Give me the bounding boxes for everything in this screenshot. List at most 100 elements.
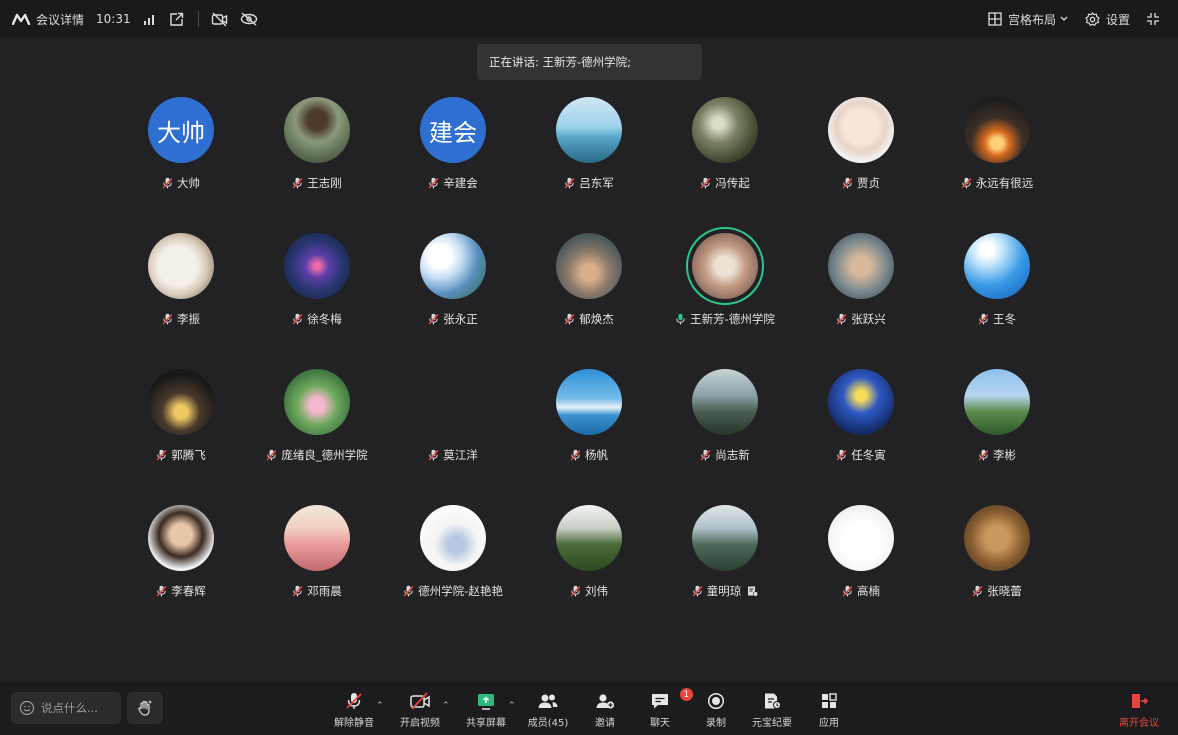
participant-tile[interactable]: 郭腾飞 — [113, 360, 249, 496]
participant-tile[interactable]: 永远有很远 — [929, 88, 1065, 224]
document-badge-icon — [748, 586, 759, 597]
mic-muted-icon — [162, 313, 173, 325]
audio-options-caret[interactable]: ⌃ — [376, 701, 384, 711]
hide-nonvideo-icon[interactable] — [211, 12, 228, 27]
participant-name: 郁焕杰 — [579, 312, 614, 326]
participant-tile[interactable]: 高楠 — [793, 496, 929, 632]
participant-tile[interactable]: 莫江洋 — [385, 360, 521, 496]
avatar-container — [284, 97, 350, 163]
mic-muted-icon — [428, 177, 439, 189]
participant-tile[interactable]: 张永正 — [385, 224, 521, 360]
avatar — [148, 369, 214, 435]
invite-button[interactable]: 邀请 — [578, 691, 632, 731]
video-options-caret[interactable]: ⌃ — [442, 701, 450, 711]
avatar-container — [420, 369, 486, 435]
avatar — [964, 97, 1030, 163]
avatar-container — [964, 505, 1030, 571]
app-logo-icon — [12, 13, 31, 25]
signal-icon[interactable] — [143, 13, 157, 25]
participant-tile[interactable]: 李彬 — [929, 360, 1065, 496]
avatar-container — [964, 97, 1030, 163]
start-video-button[interactable]: 开启视频 — [393, 691, 447, 731]
participant-grid: 大帅 大帅 王志刚 建会 辛建会吕东军 冯传起贾贞 永远有很远李振徐冬梅 张永正 郁焕杰 王新芳-… — [113, 88, 1065, 632]
chat-quick-input[interactable]: 说点什么... — [11, 692, 121, 724]
share-link-icon[interactable] — [169, 12, 184, 27]
unmute-button[interactable]: 解除静音 — [327, 691, 381, 731]
participant-tile[interactable]: 童明琼 — [657, 496, 793, 632]
exit-fullscreen-button[interactable] — [1146, 12, 1160, 26]
participant-tile[interactable]: 杨帆 — [521, 360, 657, 496]
mic-muted-icon — [564, 313, 575, 325]
avatar-container — [828, 97, 894, 163]
apps-icon — [822, 693, 837, 708]
chat-button[interactable]: 1 聊天 — [633, 688, 693, 731]
participant-tile[interactable]: 王冬 — [929, 224, 1065, 360]
participant-tile[interactable]: 李春辉 — [113, 496, 249, 632]
mic-muted-icon — [570, 585, 581, 597]
avatar-container — [828, 233, 894, 299]
participant-tile[interactable]: 庞绪良_德州学院 — [249, 360, 385, 496]
leave-icon — [1132, 694, 1149, 708]
participant-tile[interactable]: 王志刚 — [249, 88, 385, 224]
mic-muted-icon — [156, 449, 167, 461]
participant-name: 徐冬梅 — [307, 312, 342, 326]
avatar — [964, 505, 1030, 571]
participant-name-row: 张跃兴 — [836, 311, 886, 327]
participant-name-row: 张永正 — [428, 311, 478, 327]
minutes-button[interactable]: 元宝纪要 — [745, 691, 799, 731]
meeting-details-button[interactable]: 会议详情 — [12, 11, 84, 28]
layout-toggle-button[interactable]: 宫格布局 — [988, 11, 1069, 28]
add-user-icon — [596, 694, 615, 709]
share-screen-button[interactable]: 共享屏幕 — [459, 691, 513, 731]
participant-name: 庞绪良_德州学院 — [281, 448, 368, 462]
participant-name: 王冬 — [993, 312, 1016, 326]
avatar-container: 建会 — [420, 97, 486, 163]
participant-tile[interactable]: 任冬寅 — [793, 360, 929, 496]
participant-tile[interactable]: 大帅 大帅 — [113, 88, 249, 224]
participant-name: 王新芳-德州学院 — [690, 312, 775, 326]
members-icon — [538, 694, 558, 708]
mic-muted-icon — [842, 585, 853, 597]
share-options-caret[interactable]: ⌃ — [508, 701, 516, 711]
settings-label: 设置 — [1105, 12, 1130, 27]
avatar — [828, 369, 894, 435]
avatar — [964, 369, 1030, 435]
participant-tile[interactable]: 郁焕杰 — [521, 224, 657, 360]
raise-hand-button[interactable] — [127, 692, 163, 724]
participant-tile[interactable]: 吕东军 — [521, 88, 657, 224]
participant-tile[interactable]: 冯传起 — [657, 88, 793, 224]
avatar — [692, 97, 758, 163]
settings-button[interactable]: 设置 — [1085, 11, 1130, 28]
avatar — [284, 233, 350, 299]
bottom-toolbar: 说点什么... 解除静音 ⌃ 开启视频 ⌃ 共享屏幕 ⌃ 成员(45) 邀请 1… — [0, 681, 1178, 735]
participant-tile[interactable]: 邓雨晨 — [249, 496, 385, 632]
participant-tile[interactable]: 贾贞 — [793, 88, 929, 224]
members-button[interactable]: 成员(45) — [521, 691, 575, 731]
participant-name-row: 吕东军 — [564, 175, 614, 191]
participant-name: 贾贞 — [857, 176, 880, 190]
mic-muted-icon — [836, 313, 847, 325]
participant-tile[interactable]: 王新芳-德州学院 — [657, 224, 793, 360]
participant-tile[interactable]: 建会 辛建会 — [385, 88, 521, 224]
participant-tile[interactable]: 刘伟 — [521, 496, 657, 632]
apps-button[interactable]: 应用 — [802, 691, 856, 731]
record-button[interactable]: 录制 — [689, 691, 743, 731]
leave-meeting-button[interactable]: 离开会议 — [1112, 691, 1166, 731]
avatar — [148, 233, 214, 299]
participant-name-row: 张晓蕾 — [972, 583, 1022, 599]
participant-tile[interactable]: 徐冬梅 — [249, 224, 385, 360]
participant-name-row: 刘伟 — [570, 583, 608, 599]
mic-muted-icon — [428, 449, 439, 461]
participant-tile[interactable]: 尚志新 — [657, 360, 793, 496]
invite-label: 邀请 — [595, 718, 615, 729]
participant-tile[interactable]: 张晓蕾 — [929, 496, 1065, 632]
notes-icon — [765, 693, 781, 709]
participant-tile[interactable]: 张跃兴 — [793, 224, 929, 360]
minutes-label: 元宝纪要 — [752, 718, 792, 729]
mic-muted-icon — [266, 449, 277, 461]
hide-self-icon[interactable] — [240, 12, 258, 26]
participant-name: 邓雨晨 — [307, 584, 342, 598]
participant-tile[interactable]: 李振 — [113, 224, 249, 360]
participant-tile[interactable]: 德州学院-赵艳艳 — [385, 496, 521, 632]
participant-name-row: 李春辉 — [156, 583, 206, 599]
